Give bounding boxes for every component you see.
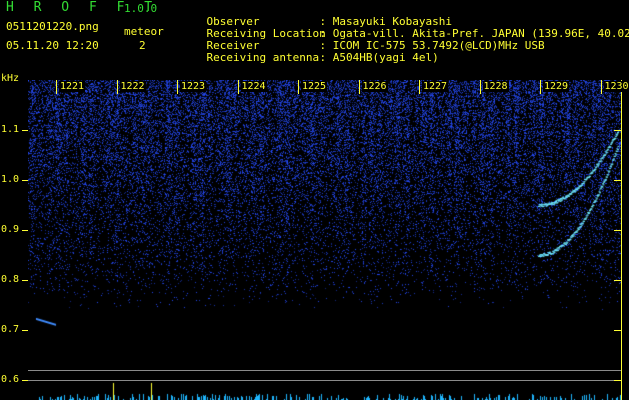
- x-tick-mark: [177, 80, 178, 94]
- x-tick-mark: [479, 80, 481, 94]
- x-tick-mark: [116, 80, 118, 94]
- reference-line-upper: [28, 370, 621, 371]
- x-tick-label: 1228: [482, 81, 509, 92]
- capture-datetime: 05.11.20 12:20: [6, 39, 99, 52]
- antenna-row: Receiving antenna: A504HB(yagi 4el): [180, 40, 439, 76]
- y-tick-label: 1.0: [1, 174, 20, 185]
- x-tick-label: 1222: [119, 81, 146, 92]
- hroft-window: H R O F F T 1.0.0 0511201220.png meteor …: [0, 0, 629, 400]
- right-tick-mark: [614, 330, 621, 331]
- right-tick-mark: [614, 180, 621, 181]
- x-tick-mark: [419, 80, 420, 94]
- y-tick-mark: [22, 180, 28, 181]
- right-tick-mark: [614, 280, 621, 281]
- y-tick-label: 0.6: [1, 374, 20, 385]
- x-tick-label: 1226: [361, 81, 388, 92]
- x-tick-mark: [358, 80, 360, 94]
- y-tick-mark: [22, 230, 28, 231]
- right-axis: [621, 80, 622, 400]
- reference-line-lower: [28, 380, 621, 381]
- y-tick-mark: [22, 130, 28, 131]
- y-tick-mark: [22, 380, 28, 381]
- x-tick-label: 1230: [603, 81, 629, 92]
- app-version: 1.0.0: [124, 2, 158, 15]
- x-tick-mark: [540, 80, 541, 94]
- x-tick-label: 1224: [240, 81, 267, 92]
- x-tick-mark: [56, 80, 57, 94]
- antenna-label: Receiving antenna: [206, 51, 320, 64]
- right-tick-mark: [614, 130, 621, 131]
- y-tick-mark: [22, 330, 28, 331]
- x-tick-mark: [237, 80, 239, 94]
- y-tick-label: 0.7: [1, 324, 20, 335]
- y-tick-label: 0.8: [1, 274, 20, 285]
- right-tick-mark: [614, 380, 621, 381]
- y-tick-label: 0.9: [1, 224, 20, 235]
- x-tick-label: 1229: [543, 81, 570, 92]
- x-tick-mark: [600, 80, 602, 94]
- file-name: 0511201220.png: [6, 20, 99, 33]
- x-tick-label: 1225: [301, 81, 328, 92]
- y-tick-label: 1.1: [1, 124, 20, 135]
- right-tick-mark: [614, 230, 621, 231]
- x-tick-mark: [298, 80, 299, 94]
- y-tick-mark: [22, 280, 28, 281]
- meteor-count: 2: [139, 39, 146, 52]
- y-unit-label: kHz: [1, 73, 20, 84]
- x-tick-label: 1227: [422, 81, 449, 92]
- spectrogram-panel: [28, 80, 621, 400]
- x-tick-label: 1221: [59, 81, 86, 92]
- spectrogram: [28, 80, 621, 400]
- meteor-label: meteor: [124, 25, 164, 38]
- antenna-value: : A504HB(yagi 4el): [319, 51, 439, 64]
- x-tick-label: 1223: [180, 81, 207, 92]
